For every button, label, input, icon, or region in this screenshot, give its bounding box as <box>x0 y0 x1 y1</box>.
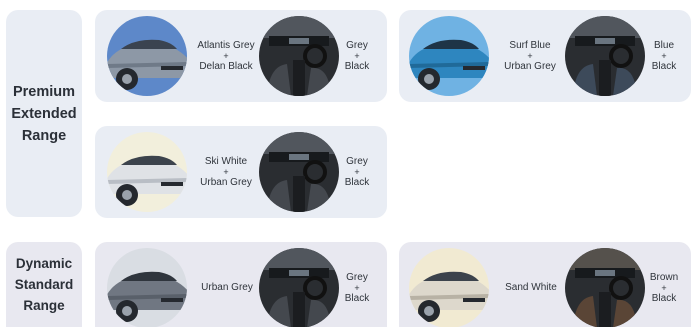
trim-label-line: Standard <box>14 277 74 292</box>
trim-label-line: Range <box>21 127 67 144</box>
sand-white-car-icon <box>409 248 489 327</box>
caption-line: + <box>661 51 667 61</box>
caption-line: Grey <box>346 39 368 51</box>
caption-line: Urban Grey <box>200 177 252 188</box>
trim-label-dynamic: Dynamic Standard Range <box>6 242 82 327</box>
exterior-color-caption: Atlantis Grey + Delan Black <box>191 30 261 82</box>
caption-line: Black <box>344 177 370 188</box>
caption-line: Sand White <box>505 282 557 294</box>
caption-line: Grey <box>346 271 368 283</box>
color-option-card-urban-grey[interactable]: Urban Grey Grey + Black <box>95 242 387 327</box>
caption-line: Delan Black <box>199 61 253 72</box>
trim-label-line: Premium <box>12 83 76 100</box>
color-option-card-sand-white[interactable]: Sand White Brown + Black <box>399 242 691 327</box>
trim-label-panel-premium: Premium Extended Range <box>6 10 82 217</box>
color-option-card-atlantis-grey[interactable]: Atlantis Grey + Delan Black Grey + Black <box>95 10 387 102</box>
caption-line: Brown <box>649 271 679 283</box>
caption-line: Atlantis Grey <box>197 39 255 51</box>
trim-label-line: Dynamic <box>15 256 73 271</box>
caption-line: Black <box>651 293 677 304</box>
exterior-color-caption: Sand White <box>499 262 563 314</box>
urban-grey-car-icon <box>107 248 187 327</box>
brown-black-interior-icon <box>565 248 645 327</box>
trim-label-line: Extended <box>11 105 77 122</box>
grey-black-interior-icon <box>259 248 339 327</box>
exterior-color-caption: Surf Blue + Urban Grey <box>495 30 565 82</box>
caption-line: + <box>354 167 360 177</box>
caption-line: Black <box>651 61 677 72</box>
caption-line: Blue <box>653 39 674 51</box>
atlantis-grey-car-icon <box>107 16 187 96</box>
interior-color-caption: Grey + Black <box>339 146 375 198</box>
caption-line: + <box>223 167 229 177</box>
interior-color-caption: Brown + Black <box>646 262 682 314</box>
caption-line: + <box>354 51 360 61</box>
caption-line: Black <box>344 61 370 72</box>
exterior-color-caption: Urban Grey <box>195 262 259 314</box>
color-option-card-surf-blue[interactable]: Surf Blue + Urban Grey Blue + Black <box>399 10 691 102</box>
interior-color-caption: Grey + Black <box>339 30 375 82</box>
caption-line: Surf Blue <box>509 39 551 51</box>
trim-label-line: Range <box>23 298 65 313</box>
blue-black-interior-icon <box>565 16 645 96</box>
caption-line: + <box>223 51 229 61</box>
exterior-color-caption: Ski White + Urban Grey <box>191 146 261 198</box>
color-option-card-ski-white[interactable]: Ski White + Urban Grey Grey + Black <box>95 126 387 218</box>
caption-line: + <box>354 283 360 293</box>
interior-color-caption: Blue + Black <box>646 30 682 82</box>
caption-line: + <box>527 51 533 61</box>
grey-black-interior-icon <box>259 16 339 96</box>
caption-line: Ski White <box>204 155 248 167</box>
caption-line: Urban Grey <box>201 282 253 294</box>
caption-line: + <box>661 283 667 293</box>
trim-label-premium: Premium Extended Range <box>6 10 82 217</box>
ski-white-car-icon <box>107 132 187 212</box>
grey-black-interior-icon <box>259 132 339 212</box>
caption-line: Urban Grey <box>504 61 556 72</box>
interior-color-caption: Grey + Black <box>339 262 375 314</box>
trim-label-panel-dynamic: Dynamic Standard Range <box>6 242 82 327</box>
caption-line: Grey <box>346 155 368 167</box>
caption-line: Black <box>344 293 370 304</box>
surf-blue-car-icon <box>409 16 489 96</box>
